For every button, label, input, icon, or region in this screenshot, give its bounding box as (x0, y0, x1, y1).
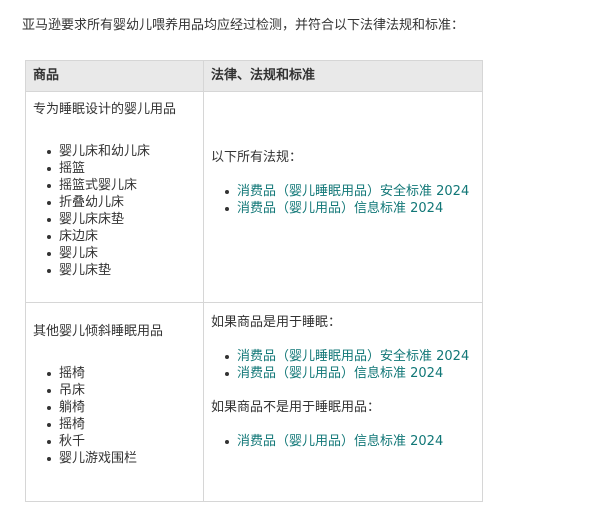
product-category-title: 专为睡眠设计的婴儿用品 (33, 102, 177, 117)
laws-cell: 以下所有法规： 消费品（婴儿睡眠用品）安全标准 2024 消费品（婴儿用品）信息… (203, 91, 483, 303)
list-item: 躺椅 (47, 399, 197, 416)
law-group-heading: 如果商品是用于睡眠： (211, 315, 342, 330)
list-item: 消费品（婴儿睡眠用品）安全标准 2024 (225, 348, 476, 365)
law-link[interactable]: 消费品（婴儿用品）信息标准 2024 (237, 434, 443, 449)
list-item: 婴儿床和幼儿床 (47, 143, 197, 160)
list-item: 摇椅 (47, 416, 197, 433)
list-item: 婴儿游戏围栏 (47, 450, 197, 467)
list-item: 婴儿床 (47, 245, 197, 262)
list-item: 消费品（婴儿睡眠用品）安全标准 2024 (225, 183, 476, 200)
law-group-heading: 如果商品不是用于睡眠用品： (211, 400, 381, 415)
product-list: 婴儿床和幼儿床 摇篮 摇篮式婴儿床 折叠幼儿床 婴儿床床垫 床边床 婴儿床 婴儿… (33, 143, 197, 279)
list-item: 消费品（婴儿用品）信息标准 2024 (225, 200, 476, 217)
header-laws: 法律、法规和标准 (203, 60, 483, 92)
list-item: 秋千 (47, 433, 197, 450)
table-row: 专为睡眠设计的婴儿用品 婴儿床和幼儿床 摇篮 摇篮式婴儿床 折叠幼儿床 婴儿床床… (25, 91, 483, 303)
list-item: 婴儿床垫 (47, 262, 197, 279)
product-cell: 专为睡眠设计的婴儿用品 婴儿床和幼儿床 摇篮 摇篮式婴儿床 折叠幼儿床 婴儿床床… (25, 91, 204, 303)
product-cell: 其他婴儿倾斜睡眠用品 摇椅 吊床 躺椅 摇椅 秋千 婴儿游戏围栏 (25, 302, 204, 502)
list-item: 消费品（婴儿用品）信息标准 2024 (225, 365, 476, 382)
list-item: 折叠幼儿床 (47, 194, 197, 211)
law-list: 消费品（婴儿用品）信息标准 2024 (211, 433, 476, 450)
law-link[interactable]: 消费品（婴儿睡眠用品）安全标准 2024 (237, 184, 469, 199)
list-item: 摇篮 (47, 160, 197, 177)
list-item: 吊床 (47, 382, 197, 399)
list-item: 消费品（婴儿用品）信息标准 2024 (225, 433, 476, 450)
law-group-heading: 以下所有法规： (211, 150, 303, 165)
intro-text: 亚马逊要求所有婴幼儿喂养用品均应经过检测，并符合以下法律法规和标准： (22, 18, 465, 33)
header-product: 商品 (25, 60, 204, 92)
law-link[interactable]: 消费品（婴儿用品）信息标准 2024 (237, 366, 443, 381)
law-list: 消费品（婴儿睡眠用品）安全标准 2024 消费品（婴儿用品）信息标准 2024 (211, 348, 476, 382)
requirements-table: 商品 法律、法规和标准 专为睡眠设计的婴儿用品 婴儿床和幼儿床 摇篮 摇篮式婴儿… (25, 60, 483, 502)
law-link[interactable]: 消费品（婴儿用品）信息标准 2024 (237, 201, 443, 216)
list-item: 摇椅 (47, 365, 197, 382)
law-link[interactable]: 消费品（婴儿睡眠用品）安全标准 2024 (237, 349, 469, 364)
list-item: 摇篮式婴儿床 (47, 177, 197, 194)
laws-cell: 如果商品是用于睡眠： 消费品（婴儿睡眠用品）安全标准 2024 消费品（婴儿用品… (203, 302, 483, 502)
list-item: 床边床 (47, 228, 197, 245)
table-row: 其他婴儿倾斜睡眠用品 摇椅 吊床 躺椅 摇椅 秋千 婴儿游戏围栏 如果商品是用于… (25, 302, 483, 502)
law-list: 消费品（婴儿睡眠用品）安全标准 2024 消费品（婴儿用品）信息标准 2024 (211, 183, 476, 217)
table-header-row: 商品 法律、法规和标准 (25, 60, 483, 92)
product-list: 摇椅 吊床 躺椅 摇椅 秋千 婴儿游戏围栏 (33, 365, 197, 467)
product-category-title: 其他婴儿倾斜睡眠用品 (33, 324, 164, 339)
list-item: 婴儿床床垫 (47, 211, 197, 228)
